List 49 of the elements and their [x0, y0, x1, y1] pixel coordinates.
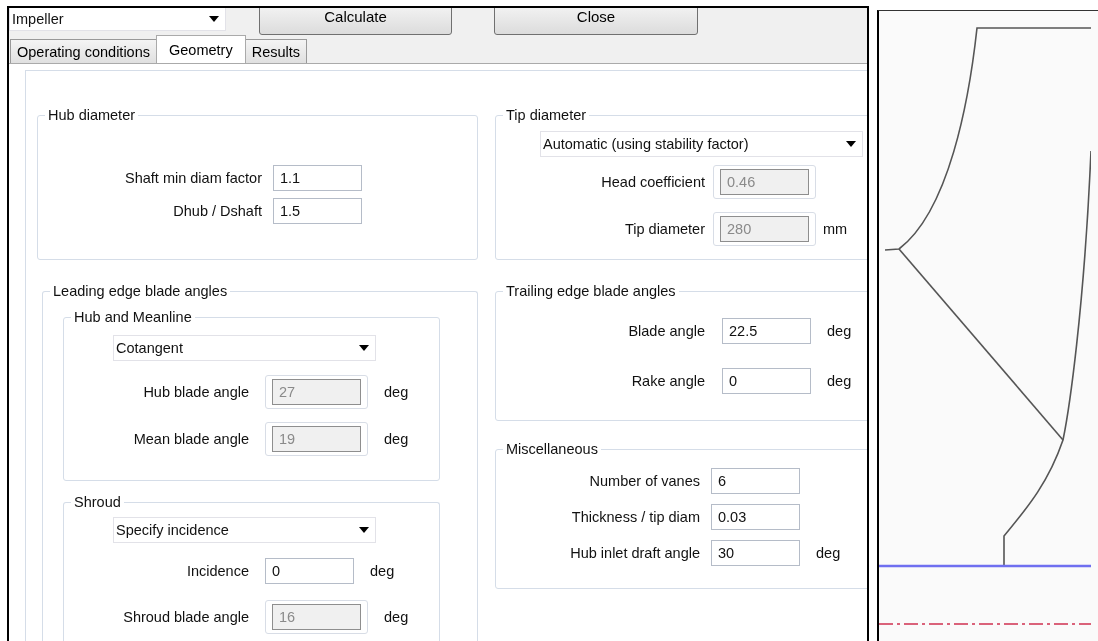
unit-label: deg: [816, 545, 841, 561]
field-label: Head coefficient: [600, 173, 705, 190]
input-field[interactable]: 0: [722, 368, 811, 394]
group-title: Trailing edge blade angles: [505, 283, 677, 299]
action-button[interactable]: Close: [494, 8, 698, 35]
input-field[interactable]: 22.5: [722, 318, 811, 344]
caret-icon: [846, 141, 856, 147]
field-label: Tip diameter: [623, 220, 705, 237]
input-field[interactable]: 0.03: [711, 504, 800, 530]
dropdown[interactable]: Cotangent: [113, 335, 376, 361]
dropdown[interactable]: Specify incidence: [113, 517, 376, 543]
field-label: Mean blade angle: [132, 430, 249, 447]
group-title: Hub and Meanline: [73, 309, 193, 325]
caret-icon: [209, 16, 219, 22]
unit-label: deg: [384, 609, 409, 625]
unit-label: mm: [823, 220, 848, 237]
unit-label: deg: [384, 383, 409, 400]
group-title: Miscellaneous: [505, 441, 599, 457]
unit-label: deg: [384, 430, 409, 447]
field-label: Dhub / Dshaft: [172, 202, 262, 219]
field-label: Shaft min diam factor: [124, 169, 262, 186]
input-field[interactable]: 6: [711, 468, 800, 494]
unit-label: deg: [370, 563, 395, 579]
input-field[interactable]: 30: [711, 540, 800, 566]
field-label: Shroud blade angle: [122, 609, 249, 625]
action-button[interactable]: Calculate: [259, 8, 452, 35]
group-title: Shroud: [73, 494, 122, 510]
dropdown[interactable]: Automatic (using stability factor): [540, 131, 863, 157]
unit-label: deg: [827, 323, 852, 339]
unit-label: deg: [827, 373, 852, 389]
input-field[interactable]: 1.1: [273, 164, 362, 191]
field-label: Blade angle: [627, 323, 705, 339]
caret-icon: [359, 527, 369, 533]
input-field[interactable]: 1.5: [273, 197, 362, 224]
dropdown[interactable]: Impeller: [9, 8, 226, 31]
field-label: Incidence: [185, 563, 249, 579]
group-title: Hub diameter: [47, 107, 137, 123]
group-title: Tip diameter: [505, 107, 588, 123]
tab[interactable]: Operating conditions: [10, 39, 157, 63]
field-label: Hub inlet draft angle: [569, 545, 700, 561]
input-field[interactable]: 0: [265, 558, 354, 584]
tab[interactable]: Geometry: [156, 35, 246, 63]
caret-icon: [359, 345, 369, 351]
tab[interactable]: Results: [244, 39, 308, 63]
field-label: Thickness / tip diam: [570, 509, 700, 525]
field-label: Number of vanes: [588, 473, 700, 489]
field-label: Rake angle: [630, 373, 705, 389]
field-label: Hub blade angle: [142, 383, 249, 400]
group-title: Leading edge blade angles: [52, 283, 229, 299]
